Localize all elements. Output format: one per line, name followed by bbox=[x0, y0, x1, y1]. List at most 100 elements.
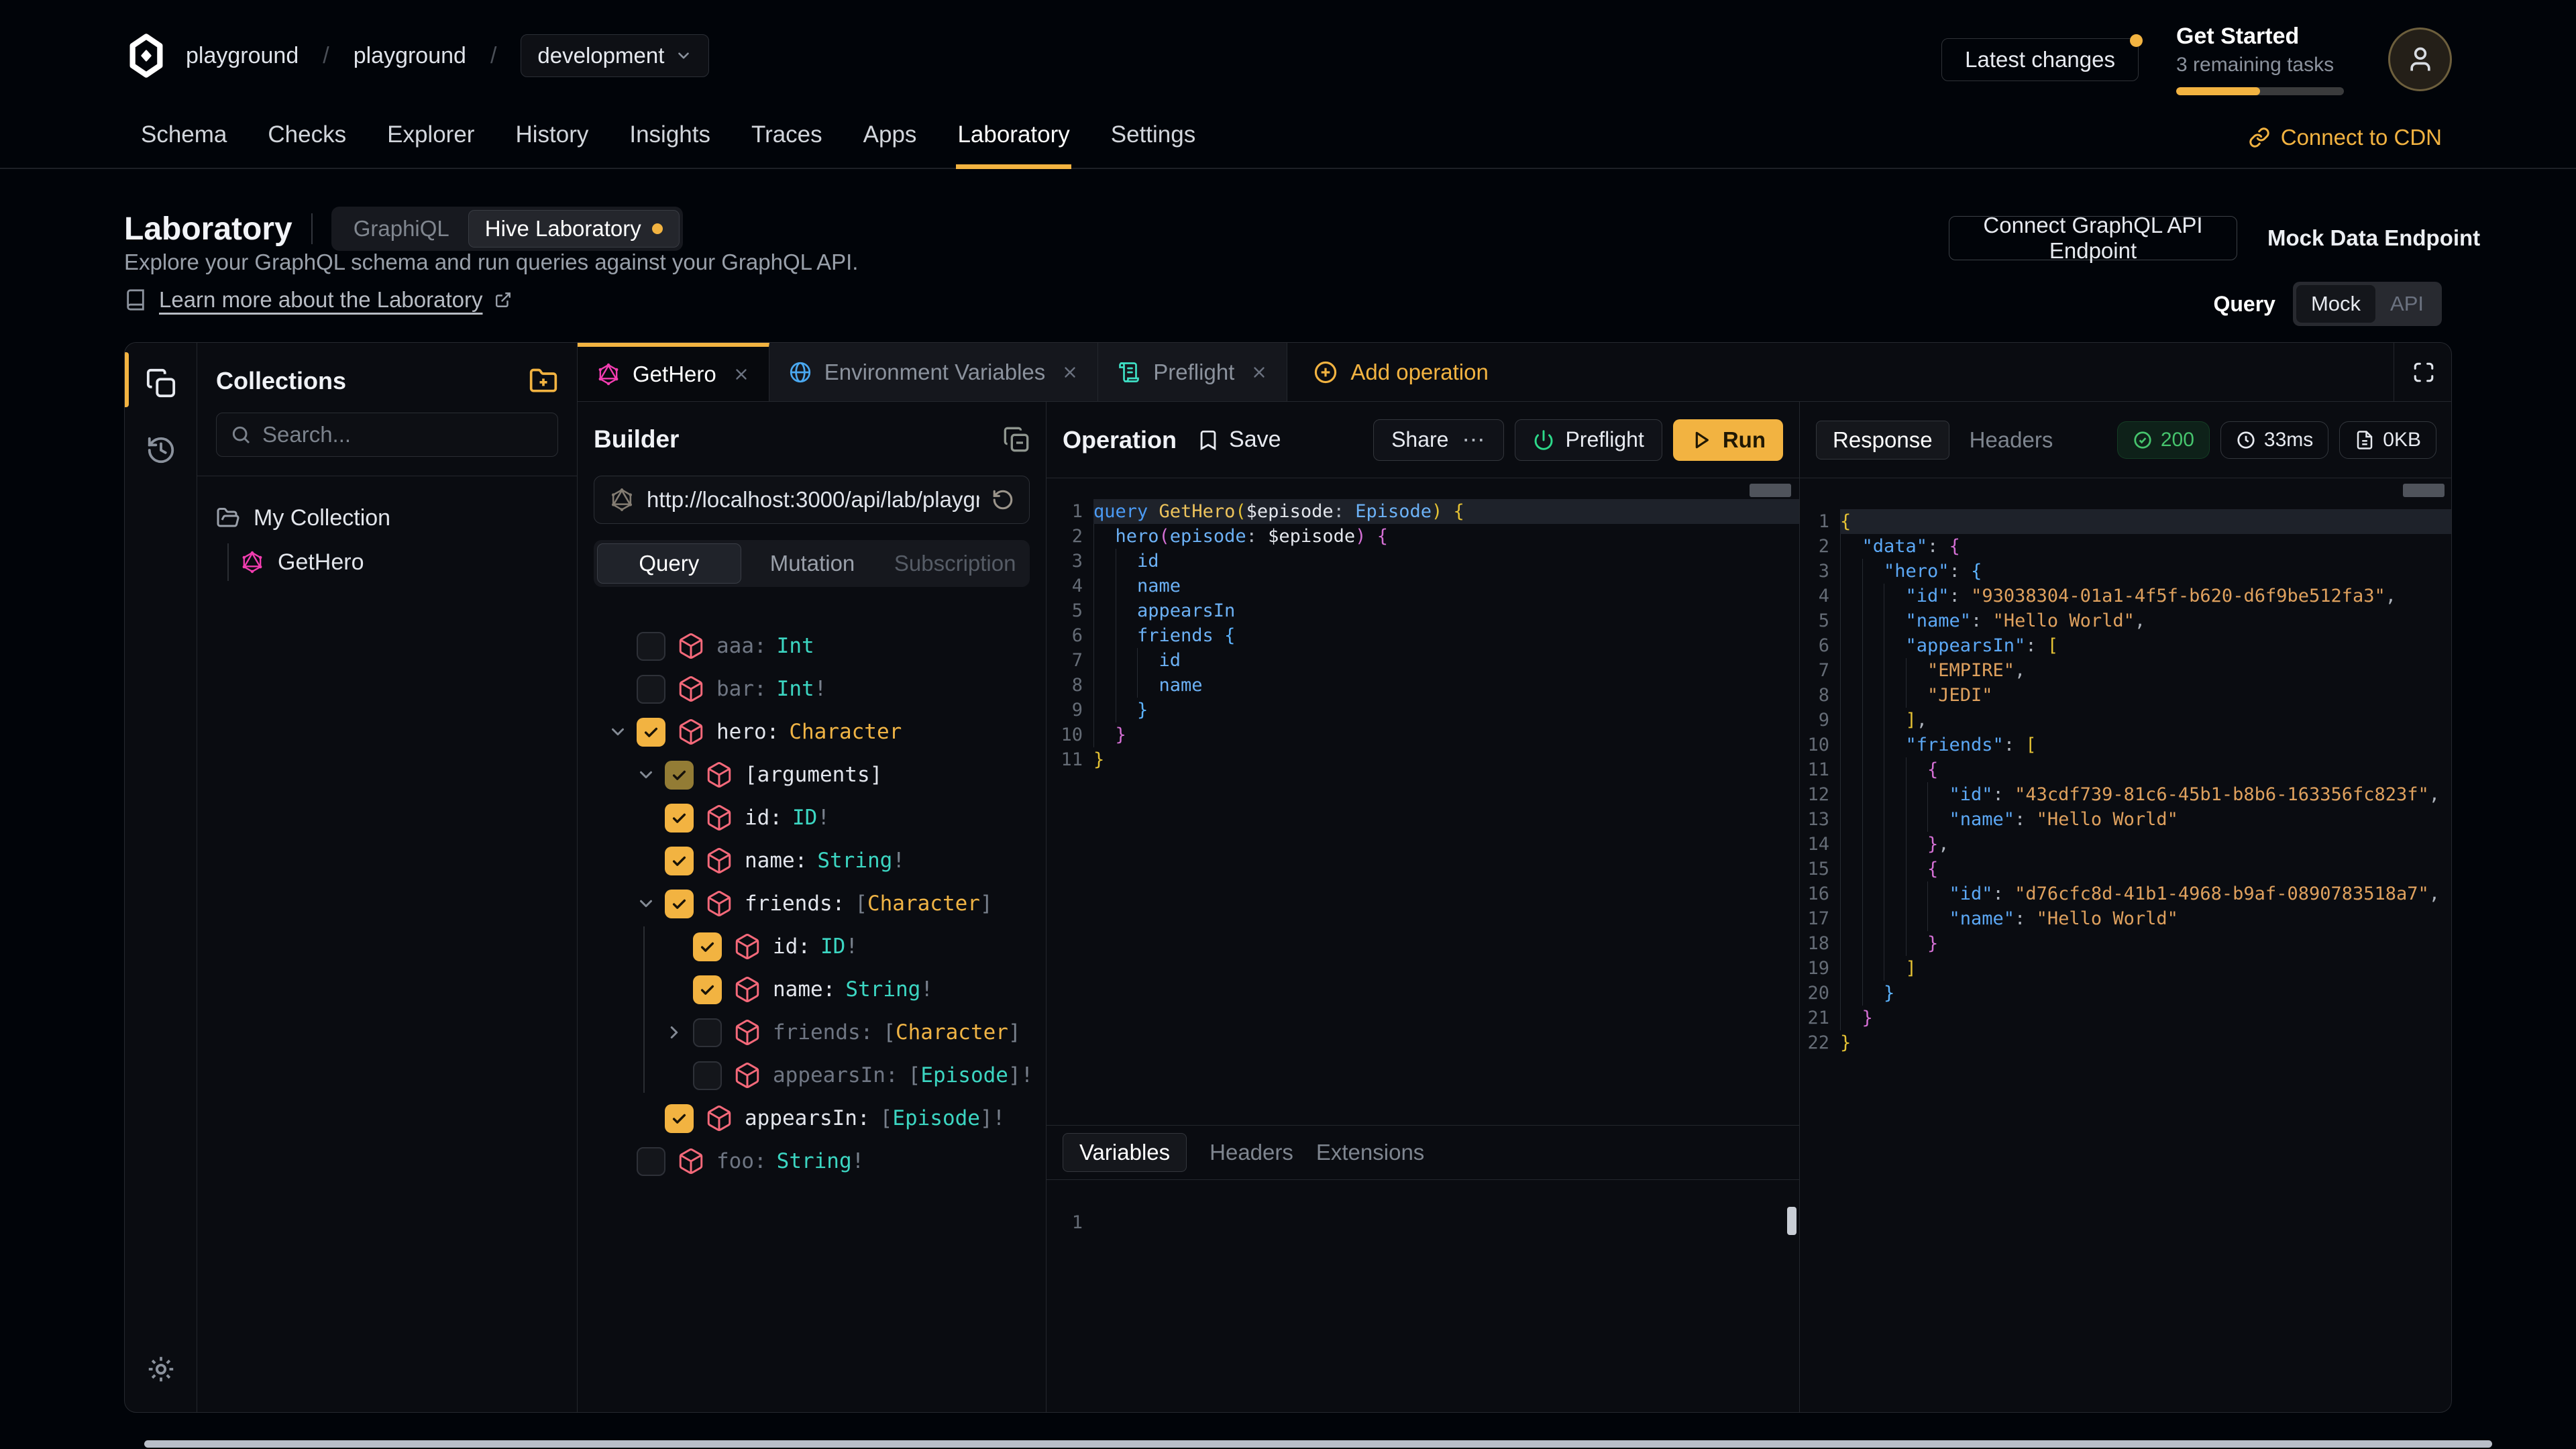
op-type-mutation[interactable]: Mutation bbox=[741, 543, 884, 584]
line-content: "EMPIRE", bbox=[1840, 658, 2452, 683]
field-checkbox[interactable] bbox=[693, 975, 722, 1004]
fullscreen-button[interactable] bbox=[2394, 343, 2452, 401]
field-checkbox[interactable] bbox=[693, 932, 722, 961]
collection-folder-row[interactable]: My Collection bbox=[216, 499, 558, 537]
tab-environment-variables[interactable]: Environment Variables bbox=[769, 343, 1099, 401]
indent-guide bbox=[1862, 956, 1884, 981]
latest-changes-button[interactable]: Latest changes bbox=[1941, 38, 2139, 81]
indent-guide bbox=[1116, 574, 1138, 598]
learn-more-link[interactable]: Learn more about the Laboratory bbox=[159, 287, 482, 313]
copy-collapse-icon[interactable] bbox=[1003, 426, 1030, 453]
nav-tab-schema[interactable]: Schema bbox=[140, 121, 228, 169]
field-checkbox[interactable] bbox=[693, 1018, 722, 1047]
collections-icon bbox=[146, 368, 176, 398]
search-input[interactable] bbox=[262, 422, 547, 447]
get-started-widget[interactable]: Get Started 3 remaining tasks bbox=[2176, 23, 2351, 95]
field-checkbox[interactable] bbox=[637, 675, 665, 704]
mode-option-mock[interactable]: Mock bbox=[2296, 285, 2375, 323]
collections-rail-button[interactable] bbox=[125, 351, 197, 415]
collection-folder-label: My Collection bbox=[254, 505, 390, 531]
connect-graphql-endpoint-button[interactable]: Connect GraphQL API Endpoint bbox=[1949, 216, 2237, 260]
field-checkbox[interactable] bbox=[637, 718, 665, 747]
nav-tab-checks[interactable]: Checks bbox=[266, 121, 347, 169]
field-checkbox[interactable] bbox=[637, 1147, 665, 1176]
close-icon[interactable] bbox=[1061, 364, 1079, 381]
nav-tab-explorer[interactable]: Explorer bbox=[386, 121, 476, 169]
save-button[interactable]: Save bbox=[1197, 427, 1281, 453]
field-checkbox[interactable] bbox=[665, 890, 694, 918]
variables-editor[interactable]: 1 bbox=[1046, 1180, 1799, 1412]
field-checkbox[interactable] bbox=[665, 1104, 694, 1133]
indent-guide bbox=[1927, 881, 1949, 906]
field-checkbox[interactable] bbox=[665, 847, 694, 875]
share-button[interactable]: Share ⋯ bbox=[1373, 419, 1504, 461]
toggle-option-graphiql[interactable]: GraphiQL bbox=[335, 216, 468, 241]
nav-tab-history[interactable]: History bbox=[514, 121, 590, 169]
target-selector-value: development bbox=[537, 43, 664, 68]
line-number: 21 bbox=[1800, 1008, 1829, 1028]
query-editor[interactable]: 1query GetHero($episode: Episode) {2hero… bbox=[1046, 478, 1799, 722]
mode-option-api[interactable]: API bbox=[2375, 285, 2438, 323]
op-type-subscription[interactable]: Subscription bbox=[883, 543, 1026, 584]
target-selector[interactable]: development bbox=[521, 34, 709, 77]
chevron-down-icon[interactable] bbox=[636, 765, 656, 785]
field-row: foo:String! bbox=[594, 1142, 1030, 1180]
chevron-down-icon[interactable] bbox=[608, 722, 628, 742]
close-icon[interactable] bbox=[1250, 364, 1268, 381]
scrollbar-handle[interactable] bbox=[1787, 1207, 1796, 1235]
preflight-button[interactable]: Preflight bbox=[1515, 419, 1662, 461]
field-checkbox[interactable] bbox=[693, 1061, 722, 1090]
minimap bbox=[1750, 484, 1791, 497]
settings-rail-button[interactable] bbox=[125, 1337, 197, 1401]
gear-icon bbox=[146, 1354, 176, 1385]
mock-data-endpoint-button[interactable]: Mock Data Endpoint bbox=[2267, 216, 2480, 260]
editor-mode-toggle: GraphiQL Hive Laboratory bbox=[331, 207, 683, 251]
chevron-down-icon[interactable] bbox=[636, 894, 656, 914]
indent-guide bbox=[1840, 906, 1862, 931]
nav-tab-settings[interactable]: Settings bbox=[1110, 121, 1197, 169]
external-link-icon bbox=[494, 291, 512, 309]
tab-gethero[interactable]: GetHero bbox=[578, 343, 769, 401]
bottom-tab-extensions[interactable]: Extensions bbox=[1316, 1140, 1424, 1165]
response-headers-tab[interactable]: Headers bbox=[1970, 427, 2053, 453]
field-checkbox[interactable] bbox=[665, 761, 694, 790]
collection-operation-row[interactable]: GetHero bbox=[216, 543, 558, 581]
indent-guide bbox=[1884, 807, 1906, 832]
chevron-right-icon[interactable] bbox=[664, 1022, 684, 1042]
indent-guide bbox=[1093, 524, 1116, 549]
bottom-tab-headers[interactable]: Headers bbox=[1210, 1140, 1293, 1165]
history-rail-button[interactable] bbox=[125, 418, 197, 482]
response-editor[interactable]: 1{2"data": {3"hero": {4"id": "93038304-0… bbox=[1800, 478, 2452, 1412]
tab-preflight[interactable]: Preflight bbox=[1098, 343, 1287, 401]
nav-tab-insights[interactable]: Insights bbox=[628, 121, 712, 169]
op-type-query[interactable]: Query bbox=[597, 543, 741, 584]
breadcrumb-org[interactable]: playground bbox=[186, 43, 299, 69]
add-operation-button[interactable]: Add operation bbox=[1287, 343, 1514, 401]
hive-logo-icon[interactable] bbox=[124, 34, 168, 78]
indent-guide bbox=[1884, 608, 1906, 633]
line-content: "hero": { bbox=[1840, 559, 2452, 584]
indent-guide bbox=[1862, 733, 1884, 757]
nav-tab-traces[interactable]: Traces bbox=[750, 121, 824, 169]
connect-to-cdn-link[interactable]: Connect to CDN bbox=[2249, 125, 2442, 150]
horizontal-scrollbar[interactable] bbox=[144, 1440, 2492, 1448]
refresh-icon[interactable] bbox=[991, 488, 1014, 511]
breadcrumb-project[interactable]: playground bbox=[354, 43, 466, 69]
user-avatar[interactable] bbox=[2388, 28, 2452, 91]
nav-tab-laboratory[interactable]: Laboratory bbox=[956, 121, 1071, 169]
minimap bbox=[2403, 484, 2445, 497]
nav-tab-apps[interactable]: Apps bbox=[862, 121, 918, 169]
response-tab[interactable]: Response bbox=[1816, 421, 1949, 460]
run-button[interactable]: Run bbox=[1673, 419, 1783, 461]
tab-label: GetHero bbox=[633, 362, 716, 387]
field-row: appearsIn:[Episode]! bbox=[594, 1099, 1030, 1137]
close-icon[interactable] bbox=[733, 366, 750, 383]
line-content: "JEDI" bbox=[1840, 683, 2452, 708]
toggle-option-hive-laboratory[interactable]: Hive Laboratory bbox=[468, 210, 680, 248]
endpoint-url-input[interactable] bbox=[647, 487, 979, 513]
field-checkbox[interactable] bbox=[665, 804, 694, 833]
bottom-tab-variables[interactable]: Variables bbox=[1063, 1133, 1187, 1172]
field-checkbox[interactable] bbox=[637, 632, 665, 661]
new-folder-icon[interactable] bbox=[529, 366, 558, 396]
collections-search[interactable] bbox=[216, 413, 558, 457]
